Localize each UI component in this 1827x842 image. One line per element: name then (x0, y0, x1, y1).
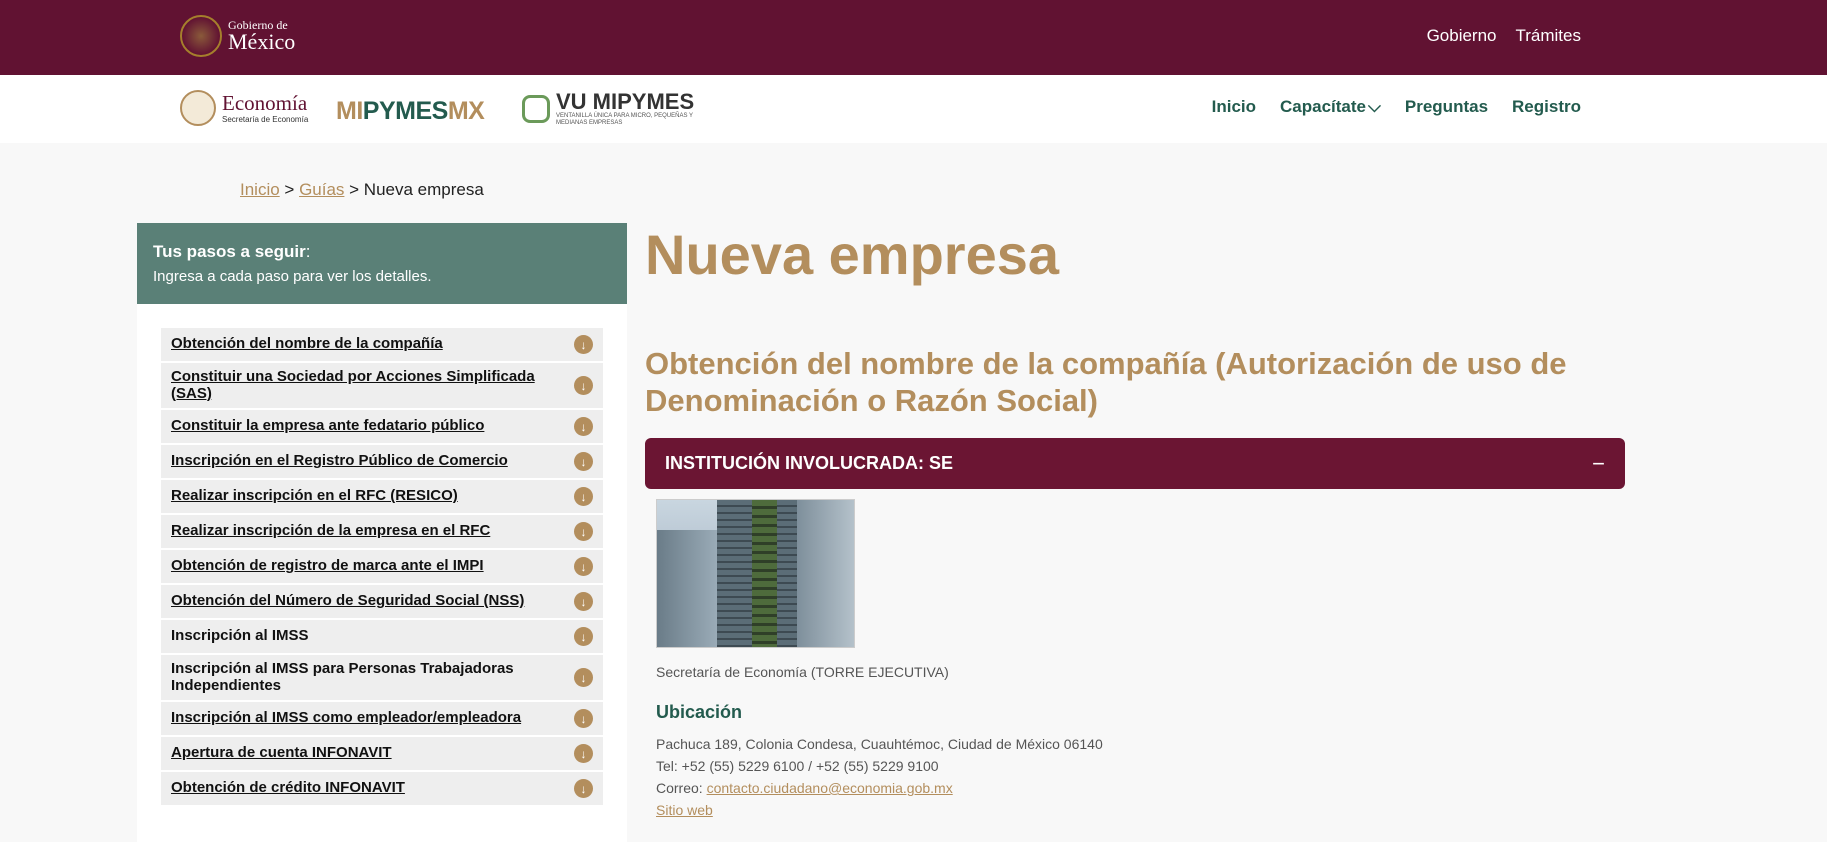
step-item[interactable]: Apertura de cuenta INFONAVIT ↓ (161, 737, 603, 772)
section-title: Obtención del nombre de la compañía (Aut… (645, 346, 1567, 419)
vu-leaf-icon (522, 94, 550, 123)
arrow-down-icon: ↓ (574, 627, 593, 646)
arrow-down-icon: ↓ (574, 744, 593, 763)
economia-seal-icon (180, 90, 216, 126)
step-item[interactable]: Inscripción al IMSS como empleador/emple… (161, 702, 603, 737)
arrow-down-icon: ↓ (574, 335, 593, 354)
sidebar-header: Tus pasos a seguir: Ingresa a cada paso … (137, 223, 627, 304)
arrow-down-icon: ↓ (574, 376, 593, 395)
website-link[interactable]: Sitio web (656, 802, 713, 818)
institution-label: INSTITUCIÓN INVOLUCRADA: SE (665, 453, 953, 473)
economia-logo-subtext: Secretaría de Economía (222, 114, 309, 124)
gov-nav-gobierno[interactable]: Gobierno (1427, 26, 1497, 46)
gov-mexico-logo[interactable]: Gobierno de México (180, 15, 295, 57)
arrow-down-icon: ↓ (574, 417, 593, 436)
mipymesmx-logo[interactable]: MIPYMESMX (336, 97, 485, 126)
gov-header: Gobierno de México Gobierno Trámites (0, 0, 1827, 75)
arrow-down-icon: ↓ (574, 522, 593, 541)
arrow-down-icon: ↓ (574, 779, 593, 798)
arrow-down-icon: ↓ (574, 557, 593, 576)
arrow-down-icon: ↓ (574, 668, 593, 687)
mexico-seal-icon (180, 15, 222, 57)
step-item[interactable]: Obtención del Número de Seguridad Social… (161, 585, 603, 620)
breadcrumb-inicio[interactable]: Inicio (240, 180, 280, 199)
step-item[interactable]: Constituir la empresa ante fedatario púb… (161, 410, 603, 445)
steps-sidebar: Tus pasos a seguir: Ingresa a cada paso … (137, 223, 627, 842)
nav-inicio[interactable]: Inicio (1212, 97, 1256, 117)
arrow-down-icon: ↓ (574, 709, 593, 728)
arrow-down-icon: ↓ (574, 452, 593, 471)
steps-list: Obtención del nombre de la compañía ↓ Cons… (161, 328, 603, 807)
nav-capacitate[interactable]: Capacítate ⌵ (1280, 97, 1381, 117)
phone-text: Tel: +52 (55) 5229 6100 / +52 (55) 5229 … (656, 758, 939, 774)
step-item[interactable]: Obtención del nombre de la compañía ↓ (161, 328, 603, 363)
address-text: Pachuca 189, Colonia Condesa, Cuauhtémoc… (656, 736, 1103, 752)
step-label: Obtención del nombre de la compañía (171, 335, 443, 353)
step-label: Inscripción al IMSS (171, 627, 309, 645)
collapse-icon[interactable]: − (1592, 451, 1605, 477)
step-item[interactable]: Inscripción en el Registro Público de Co… (161, 445, 603, 480)
step-label: Obtención de registro de marca ante el I… (171, 557, 484, 575)
step-label: Realizar inscripción de la empresa en el… (171, 522, 491, 540)
email-link[interactable]: contacto.ciudadano@economia.gob.mx (707, 780, 953, 796)
vu-mipymes-logo[interactable]: VU MIPYMES VENTANILLA ÚNICA PARA MICRO, … (522, 91, 696, 126)
step-item[interactable]: Obtención de crédito INFONAVIT ↓ (161, 772, 603, 807)
breadcrumb: Inicio > Guías > Nueva empresa (240, 180, 484, 199)
location-heading: Ubicación (656, 702, 743, 722)
gov-nav-tramites[interactable]: Trámites (1516, 26, 1582, 46)
breadcrumb-guias[interactable]: Guías (299, 180, 344, 199)
step-label: Apertura de cuenta INFONAVIT (171, 744, 392, 762)
step-label: Inscripción en el Registro Público de Co… (171, 452, 508, 470)
breadcrumb-current: Nueva empresa (363, 180, 484, 199)
step-item[interactable]: Constituir una Sociedad por Acciones Sim… (161, 363, 603, 410)
contact-info: Pachuca 189, Colonia Condesa, Cuauhtémoc… (656, 733, 1103, 821)
main-nav: Inicio Capacítate ⌵ Preguntas Registro (1212, 97, 1581, 117)
arrow-down-icon: ↓ (574, 487, 593, 506)
step-label: Obtención de crédito INFONAVIT (171, 779, 405, 797)
vu-logo-text: VU MIPYMES (556, 89, 695, 114)
step-label: Inscripción al IMSS como empleador/emple… (171, 709, 522, 727)
nav-registro[interactable]: Registro (1512, 97, 1581, 117)
page-title: Nueva empresa (645, 223, 1060, 286)
step-label: Obtención del Número de Seguridad Social… (171, 592, 525, 610)
sidebar-subtitle: Ingresa a cada paso para ver los detalle… (153, 268, 432, 285)
photo-caption: Secretaría de Economía (TORRE EJECUTIVA) (656, 664, 949, 680)
sidebar-title: Tus pasos a seguir (153, 242, 306, 261)
nav-preguntas[interactable]: Preguntas (1405, 97, 1488, 117)
economia-logo[interactable]: Economía Secretaría de Economía (180, 90, 308, 126)
step-item[interactable]: Realizar inscripción de la empresa en el… (161, 515, 603, 550)
gov-nav: Gobierno Trámites (1427, 26, 1581, 46)
step-item[interactable]: Inscripción al IMSS para Personas Trabaj… (161, 655, 603, 702)
building-photo (656, 499, 855, 648)
institution-accordion[interactable]: INSTITUCIÓN INVOLUCRADA: SE − (645, 438, 1625, 489)
economia-logo-text: Economía (222, 90, 308, 115)
arrow-down-icon: ↓ (574, 592, 593, 611)
step-item[interactable]: Obtención de registro de marca ante el I… (161, 550, 603, 585)
step-label: Constituir una Sociedad por Acciones Sim… (171, 368, 535, 402)
site-header: Economía Secretaría de Economía MIPYMESM… (0, 75, 1827, 143)
gov-logo-big: México (228, 29, 296, 54)
step-label: Inscripción al IMSS para Personas Trabaj… (171, 660, 514, 694)
vu-logo-subtext: VENTANILLA ÚNICA PARA MICRO, PEQUEÑAS Y … (556, 113, 693, 126)
step-label: Constituir la empresa ante fedatario púb… (171, 417, 485, 435)
step-label: Realizar inscripción en el RFC (RESICO) (171, 487, 458, 505)
step-item[interactable]: Inscripción al IMSS ↓ (161, 620, 603, 655)
chevron-down-icon: ⌵ (1368, 97, 1381, 116)
step-item[interactable]: Realizar inscripción en el RFC (RESICO) ↓ (161, 480, 603, 515)
